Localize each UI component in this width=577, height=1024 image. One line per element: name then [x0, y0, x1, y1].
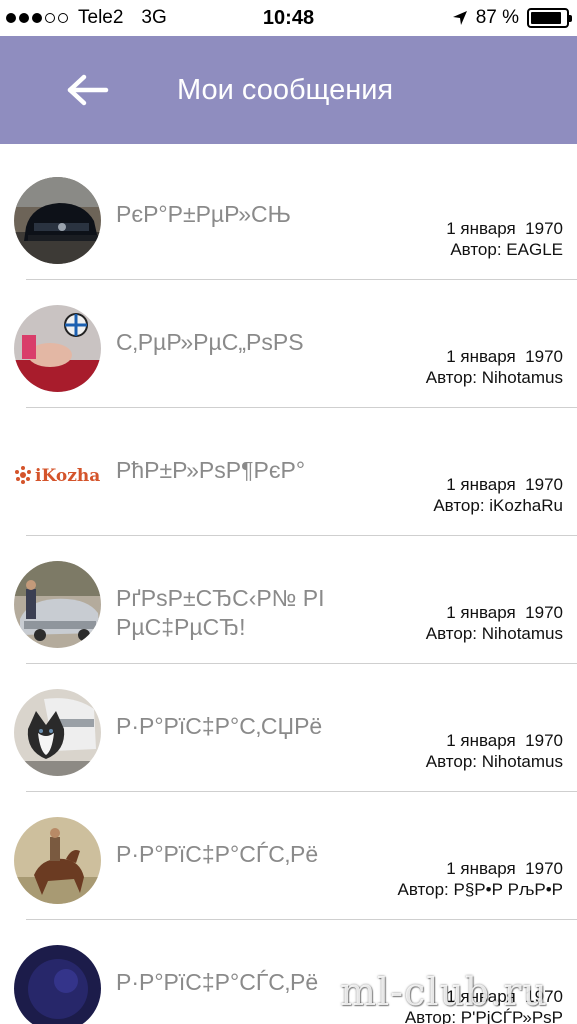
avatar [14, 177, 101, 264]
location-arrow-icon [452, 11, 467, 25]
message-title: РґРѕР±СЂС‹Р№ РІРµС‡РµСЂ! [116, 585, 325, 640]
message-author: Автор: EAGLE [450, 240, 563, 259]
message-date: 1 января 1970 [446, 219, 563, 238]
avatar [14, 945, 101, 1024]
battery-icon [527, 8, 572, 28]
message-item[interactable]: Р·Р°РїС‡Р°СЃС‚Рё 1 января 1970 Автор: Р§… [0, 792, 577, 920]
message-title: Р·Р°РїС‡Р°С‚СЏРё [116, 713, 323, 739]
page-title: Мои сообщения [177, 74, 394, 106]
avatar [14, 817, 101, 904]
ikozha-logo: iKozha [14, 450, 104, 500]
message-author: Автор: Nihotamus [425, 752, 563, 771]
message-date: 1 января 1970 [446, 475, 563, 494]
message-title: Р·Р°РїС‡Р°СЃС‚Рё [116, 841, 319, 867]
message-author: Автор: Nihotamus [425, 624, 563, 643]
message-date: 1 января 1970 [446, 731, 563, 750]
avatar [14, 561, 101, 648]
message-date: 1 января 1970 [446, 603, 563, 622]
message-author: Автор: Р§Р•Р РљР•Р [397, 880, 563, 899]
message-item[interactable]: С‚РµР»РµС„РѕРЅ 1 января 1970 Автор: Niho… [0, 280, 577, 408]
svg-text:iKozha: iKozha [35, 466, 100, 486]
avatar [14, 689, 101, 776]
app-header: Мои сообщения [0, 36, 577, 144]
message-title: РєР°Р±РµР»СЊ [116, 201, 291, 227]
message-author: Автор: iKozhaRu [433, 496, 563, 515]
back-button[interactable] [66, 72, 110, 108]
avatar [14, 305, 101, 392]
battery-percent: 87 % [475, 7, 519, 28]
message-date: 1 января 1970 [446, 859, 563, 878]
message-item[interactable]: Р·Р°РїС‡Р°С‚СЏРё 1 января 1970 Автор: Ni… [0, 664, 577, 792]
message-item[interactable]: РґРѕР±СЂС‹Р№ РІРµС‡РµСЂ! 1 января 1970 А… [0, 536, 577, 664]
status-right: 87 % [452, 7, 572, 29]
message-date: 1 января 1970 [446, 347, 563, 366]
message-author: Автор: Nihotamus [425, 368, 563, 387]
message-list: РєР°Р±РµР»СЊ 1 января 1970 Автор: EAGLE … [0, 152, 577, 1024]
arrow-left-icon [67, 74, 109, 106]
status-bar: Tele2 3G 10:48 87 % [0, 0, 577, 36]
message-title: РћР±Р»РѕР¶РєР° [116, 457, 306, 483]
message-title: Р·Р°РїС‡Р°СЃС‚Рё [116, 969, 319, 995]
watermark: ml-club.ru [340, 970, 548, 1014]
message-item[interactable]: iKozha РћР±Р»РѕР¶РєР° 1 января 1970 Авто… [0, 408, 577, 536]
message-title: С‚РµР»РµС„РѕРЅ [116, 329, 304, 355]
message-item[interactable]: РєР°Р±РµР»СЊ 1 января 1970 Автор: EAGLE [0, 152, 577, 280]
